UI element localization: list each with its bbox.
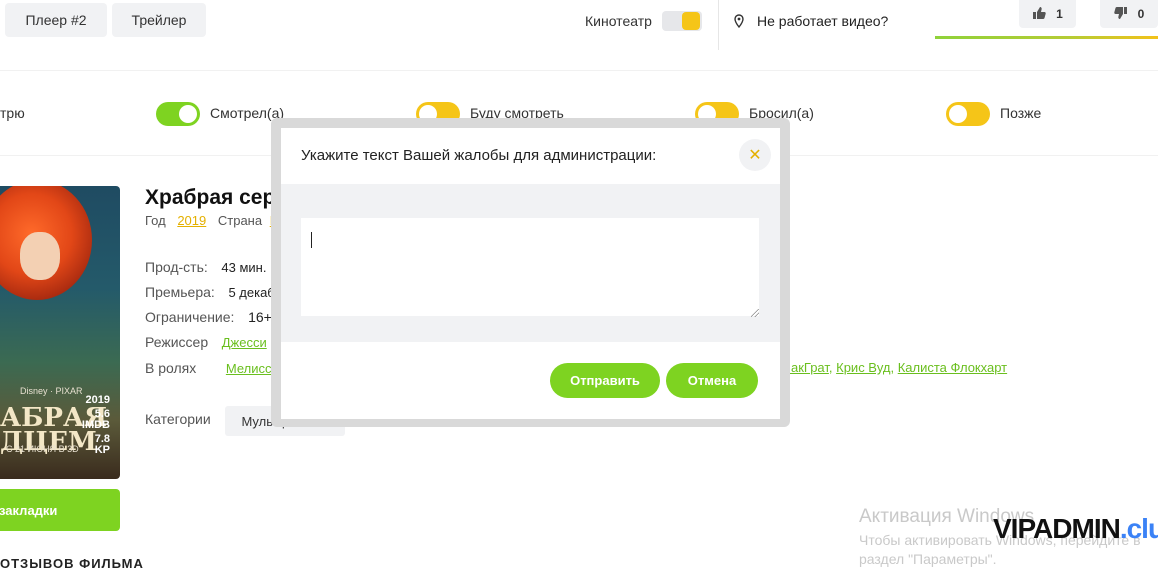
submit-button[interactable]: Отправить: [550, 363, 660, 398]
cinema-label: Кинотеатр: [585, 13, 652, 29]
close-button[interactable]: ✕: [739, 139, 771, 171]
text-caret: [311, 232, 312, 248]
director-link[interactable]: Джесси: [222, 335, 267, 350]
movie-title: Храбрая серд: [145, 186, 289, 209]
modal-body: [281, 184, 780, 342]
duration-row: Прод-сть: 43 мин.: [145, 259, 267, 275]
separator: [0, 70, 1158, 71]
player2-button[interactable]: Плеер #2: [5, 3, 107, 37]
bookmark-button[interactable]: В закладки: [0, 489, 120, 531]
rating-bar: [935, 36, 1158, 39]
status-label-partial: трю: [0, 105, 25, 121]
thumbs-up-icon: [1032, 6, 1046, 23]
later-label: Позже: [1000, 105, 1042, 121]
premiere-row: Премьера: 5 декаб: [145, 284, 275, 300]
poster-studio: Disney · PIXAR: [20, 386, 83, 396]
resize-handle[interactable]: [751, 309, 759, 317]
poster-imdb-label: IMDB: [81, 419, 110, 431]
cast-link[interactable]: Крис Вуд: [836, 360, 890, 375]
complaint-textarea[interactable]: [301, 218, 759, 316]
dislike-button[interactable]: 0: [1100, 0, 1158, 28]
poster-year: 2019: [85, 394, 110, 406]
cast-link[interactable]: Калиста Флокхарт: [898, 360, 1007, 375]
modal-title: Укажите текст Вашей жалобы для администр…: [301, 147, 657, 164]
complaint-modal: Укажите текст Вашей жалобы для администр…: [281, 128, 780, 419]
cast-row: В ролях Мелисса: [145, 360, 279, 376]
modal-header: Укажите текст Вашей жалобы для администр…: [281, 128, 780, 184]
watched-toggle[interactable]: [156, 102, 200, 126]
movie-year-country: Год 2019 Страна Ро: [145, 213, 285, 228]
close-icon: ✕: [748, 147, 762, 164]
director-row: Режиссер Джесси: [145, 334, 267, 350]
like-button[interactable]: 1: [1019, 0, 1076, 28]
restriction-row: Ограничение: 16+: [145, 309, 272, 325]
poster-kp-label: KP: [94, 444, 110, 456]
divider: [718, 0, 719, 50]
categories-label: Категории: [145, 411, 211, 427]
movie-poster[interactable]: Disney · PIXAR АБРАЯ ДЦЕМ С 21 ИЮНЯ В 3D…: [0, 186, 120, 479]
poster-tagline: С 21 ИЮНЯ В 3D: [6, 444, 79, 454]
vipadmin-logo: VIPADMIN.club: [993, 513, 1158, 544]
likes-count: 1: [1056, 7, 1063, 21]
cinema-toggle[interactable]: [662, 11, 702, 31]
trailer-button[interactable]: Трейлер: [112, 3, 206, 37]
later-toggle[interactable]: [946, 102, 990, 126]
year-link[interactable]: 2019: [177, 213, 206, 228]
thumbs-down-icon: [1113, 6, 1128, 23]
pin-icon: [733, 14, 745, 33]
report-video-link[interactable]: Не работает видео?: [757, 13, 888, 29]
cast-more: МакГрат, Крис Вуд, Калиста Флокхарт: [780, 360, 1008, 375]
dislikes-count: 0: [1137, 7, 1145, 21]
cancel-button[interactable]: Отмена: [666, 363, 758, 398]
